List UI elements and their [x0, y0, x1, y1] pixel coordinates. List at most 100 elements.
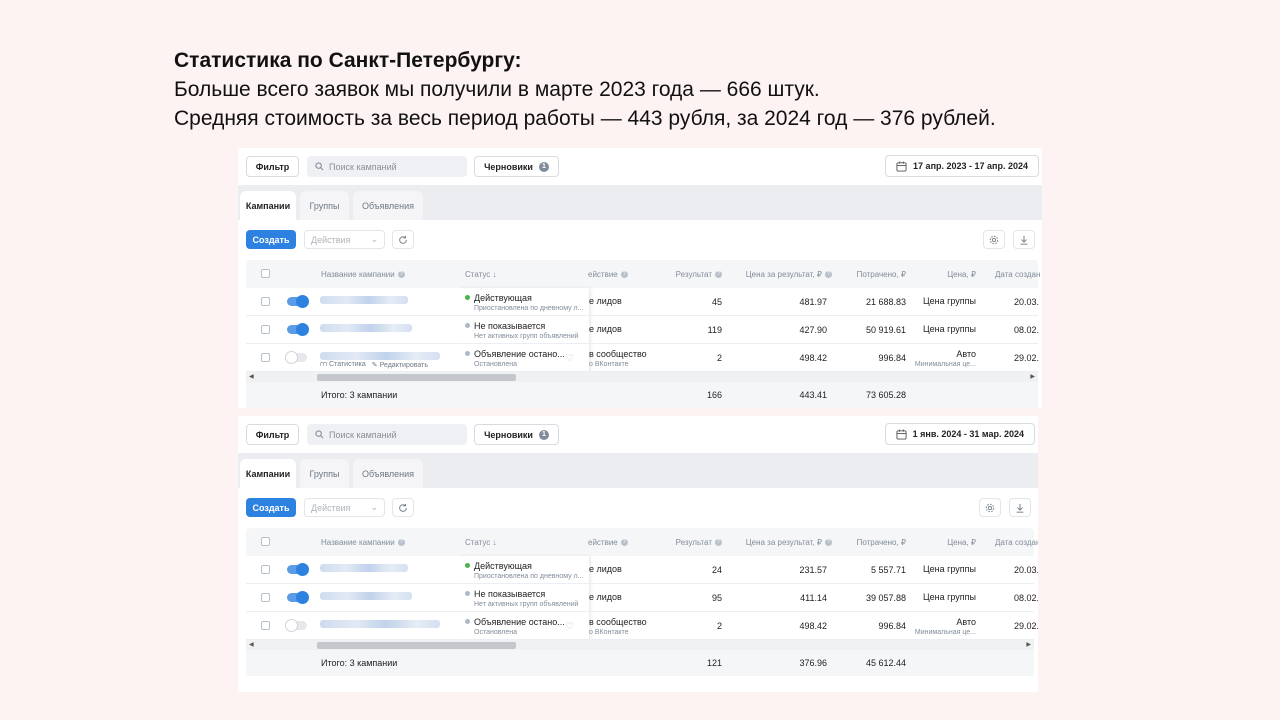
- tab-ads[interactable]: Объявления: [353, 459, 423, 488]
- create-button[interactable]: Создать: [246, 230, 296, 249]
- column-name[interactable]: Название кампании?: [321, 260, 405, 288]
- actions-select[interactable]: Действия ⌄: [304, 498, 385, 517]
- table-row[interactable]: ⩋ Статистика ✎ Редактировать Объявление ос…: [246, 344, 1040, 372]
- filter-button[interactable]: Фильтр: [246, 156, 299, 177]
- blurred-campaign-name[interactable]: [320, 352, 440, 360]
- table-row[interactable]: Действующая Приостановлена по дневному л.…: [246, 288, 1039, 316]
- help-icon: ?: [715, 538, 722, 546]
- scroll-thumb[interactable]: [317, 374, 516, 381]
- tab-groups[interactable]: Группы: [300, 191, 349, 220]
- toggle-knob: [285, 619, 298, 632]
- row-checkbox[interactable]: [261, 621, 270, 630]
- tab-campaigns[interactable]: Кампании: [240, 191, 296, 220]
- tab-ads[interactable]: Объявления: [353, 191, 423, 220]
- settings-button[interactable]: [983, 230, 1005, 249]
- search-input[interactable]: Поиск кампаний: [307, 156, 467, 177]
- blurred-campaign-name[interactable]: [320, 564, 408, 572]
- tab-groups[interactable]: Группы: [300, 459, 349, 488]
- campaign-toggle[interactable]: [287, 563, 309, 576]
- column-result[interactable]: Результат?: [646, 260, 722, 288]
- scroll-left-icon[interactable]: ◀: [249, 641, 254, 648]
- column-price[interactable]: Цена за результат, ₽?: [722, 528, 832, 556]
- table-row[interactable]: Действующая Приостановлена по дневному л.…: [246, 556, 1038, 584]
- column-name[interactable]: Название кампании?: [321, 528, 405, 556]
- download-icon: [1016, 503, 1024, 513]
- tab-campaigns[interactable]: Кампании: [240, 459, 296, 488]
- select-all-checkbox[interactable]: [261, 269, 270, 278]
- blurred-campaign-name[interactable]: [320, 592, 412, 600]
- table-row[interactable]: Объявление остано... Остановлена ♡ в сообще…: [246, 612, 1038, 640]
- result-cell: 2: [716, 621, 722, 631]
- column-status[interactable]: Статус ↓: [465, 260, 497, 288]
- scroll-thumb[interactable]: [317, 642, 516, 649]
- campaign-toggle[interactable]: [287, 323, 309, 336]
- horizontal-scrollbar[interactable]: ◀ ▶: [246, 372, 1038, 382]
- total-result: 166: [706, 390, 722, 400]
- result-cell: 2: [716, 353, 722, 363]
- blurred-campaign-name[interactable]: [320, 324, 412, 332]
- column-action[interactable]: ействие?: [588, 260, 628, 288]
- column-date[interactable]: Дата создан: [995, 260, 1040, 288]
- gear-icon: [989, 235, 999, 244]
- date-range-button[interactable]: 17 апр. 2023 - 17 апр. 2024: [885, 155, 1039, 177]
- column-spent[interactable]: Потрачено, ₽: [832, 528, 906, 556]
- row-checkbox[interactable]: [261, 565, 270, 574]
- scroll-right-icon[interactable]: ▶: [1026, 641, 1031, 648]
- row-checkbox[interactable]: [261, 593, 270, 602]
- actions-select[interactable]: Действия ⌄: [304, 230, 385, 249]
- date-range-label: 1 янв. 2024 - 31 мар. 2024: [912, 429, 1024, 439]
- status-text: Действующая: [474, 292, 532, 303]
- settings-button[interactable]: [979, 498, 1001, 517]
- campaign-toggle[interactable]: [285, 351, 307, 364]
- status-dot: [465, 323, 470, 328]
- column-spent[interactable]: Потрачено, ₽: [832, 260, 906, 288]
- drafts-label: Черновики: [484, 161, 533, 172]
- column-status[interactable]: Статус ↓: [465, 528, 497, 556]
- search-icon: [315, 162, 324, 171]
- drafts-button[interactable]: Черновики 1: [474, 156, 559, 177]
- drafts-label: Черновики: [484, 429, 533, 440]
- tip-icon[interactable]: ♡: [566, 612, 574, 640]
- row-action-statistics[interactable]: ⩋ Статистика: [320, 361, 366, 369]
- scroll-right-icon[interactable]: ▶: [1030, 373, 1035, 380]
- column-result[interactable]: Результат?: [646, 528, 722, 556]
- toggle-knob: [296, 323, 309, 336]
- scroll-left-icon[interactable]: ◀: [249, 373, 254, 380]
- refresh-button[interactable]: [392, 230, 414, 249]
- row-action-edit[interactable]: ✎ Редактировать: [372, 361, 428, 369]
- column-action[interactable]: ействие?: [588, 528, 628, 556]
- date-cell: 29.02.: [1014, 353, 1040, 363]
- filter-button[interactable]: Фильтр: [246, 424, 299, 445]
- download-button[interactable]: [1013, 230, 1035, 249]
- download-button[interactable]: [1009, 498, 1031, 517]
- search-input[interactable]: Поиск кампаний: [307, 424, 467, 445]
- date-range-button[interactable]: 1 янв. 2024 - 31 мар. 2024: [884, 423, 1035, 445]
- tabs-bar: Кампании Группы Объявления: [238, 185, 1042, 220]
- refresh-button[interactable]: [392, 498, 414, 517]
- blurred-campaign-name[interactable]: [320, 620, 440, 628]
- total-spent: 73 605.28: [865, 390, 906, 400]
- create-button[interactable]: Создать: [246, 498, 296, 517]
- campaign-toggle[interactable]: [287, 295, 309, 308]
- select-all-checkbox[interactable]: [261, 537, 270, 546]
- column-bid[interactable]: Цена, ₽: [906, 260, 976, 288]
- campaign-toggle[interactable]: [285, 619, 307, 632]
- column-price[interactable]: Цена за результат, ₽?: [722, 260, 832, 288]
- column-bid[interactable]: Цена, ₽: [906, 528, 976, 556]
- row-checkbox[interactable]: [261, 325, 270, 334]
- price-cell: 498.42: [799, 621, 827, 631]
- campaign-toggle[interactable]: [287, 591, 309, 604]
- total-price: 376.96: [799, 658, 827, 668]
- row-checkbox[interactable]: [261, 353, 270, 362]
- status-subtext: Приостановлена по дневному л...: [474, 572, 584, 580]
- total-result: 121: [706, 658, 722, 668]
- status-cell: Не показывается Нет активных групп объявл…: [465, 316, 579, 344]
- tip-icon[interactable]: ♡: [566, 344, 574, 372]
- blurred-campaign-name[interactable]: [320, 296, 408, 304]
- row-checkbox[interactable]: [261, 297, 270, 306]
- drafts-button[interactable]: Черновики 1: [474, 424, 559, 445]
- table-row[interactable]: Не показывается Нет активных групп объявл…: [246, 584, 1038, 612]
- table-row[interactable]: Не показывается Нет активных групп объявл…: [246, 316, 1039, 344]
- horizontal-scrollbar[interactable]: ◀ ▶: [246, 640, 1034, 650]
- column-date[interactable]: Дата создан: [995, 528, 1038, 556]
